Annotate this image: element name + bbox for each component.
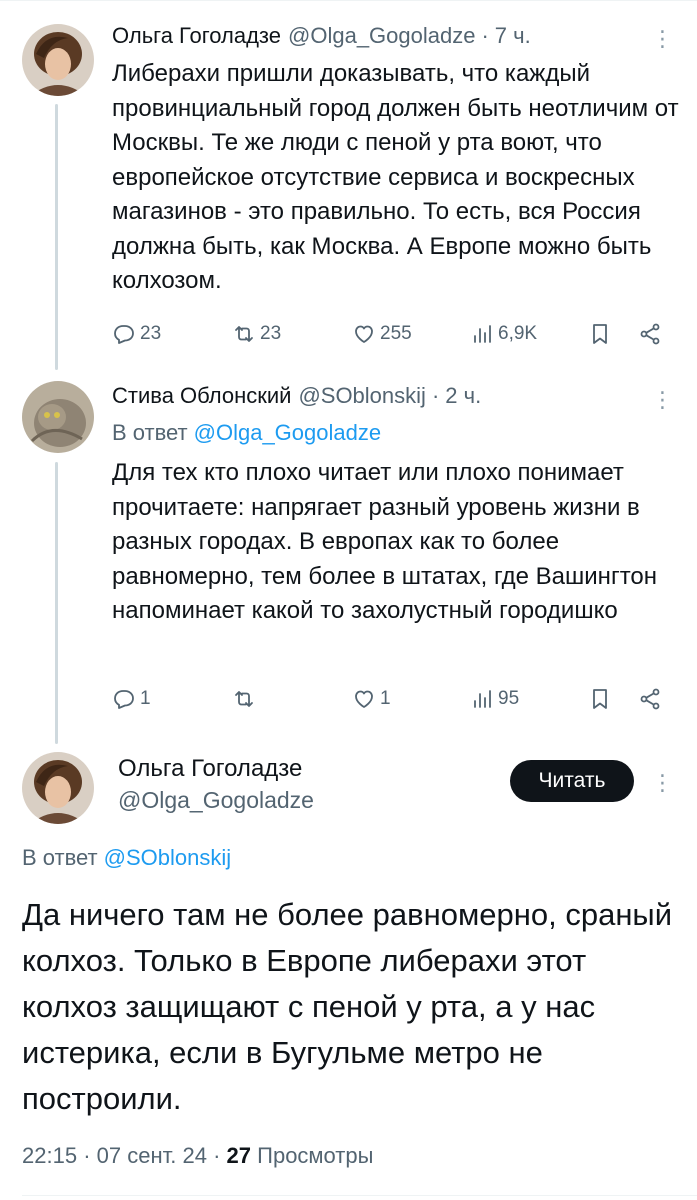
author-handle[interactable]: @Olga_Gogoladze — [288, 23, 475, 49]
like-count: 255 — [380, 323, 412, 344]
share-icon — [640, 688, 660, 710]
reply-icon — [114, 325, 134, 344]
separator-dot: · — [431, 383, 440, 408]
tweet-header: Стива Облонский @SOblonskij · 2 ч. — [112, 381, 481, 411]
author-name[interactable]: Стива Облонский — [112, 383, 291, 409]
views-count: 6,9K — [498, 323, 538, 344]
tweet-text: Для тех кто плохо читает или плохо поним… — [112, 459, 658, 624]
bookmark-button[interactable] — [588, 684, 612, 714]
avatar[interactable] — [22, 24, 94, 96]
like-icon — [355, 690, 373, 708]
avatar-olga-image — [22, 24, 94, 96]
share-button[interactable] — [638, 319, 662, 349]
retweet-icon — [235, 326, 253, 342]
reply-icon — [114, 690, 134, 709]
bottom-divider — [22, 1195, 697, 1196]
bookmark-icon — [593, 324, 607, 344]
share-button[interactable] — [638, 684, 662, 714]
tweet-meta: 22:15 · 07 сент. 24 · 27 Просмотры — [22, 1143, 373, 1169]
views-icon — [474, 325, 491, 343]
like-button[interactable]: 1 — [352, 684, 391, 714]
share-icon — [640, 323, 660, 345]
author-handle[interactable]: @SOblonskij — [298, 383, 426, 409]
tweet-time[interactable]: 7 ч. — [495, 23, 531, 49]
main-tweet-text: Да ничего там не более равномерно, сраны… — [22, 897, 673, 1116]
like-count: 1 — [380, 688, 391, 709]
reply-to-link[interactable]: @SOblonskij — [104, 845, 232, 870]
tweet-header: Ольга Гоголадзе @Olga_Gogoladze · 7 ч. — [112, 21, 531, 51]
more-icon[interactable]: ⋮ — [650, 24, 674, 54]
top-divider — [0, 0, 697, 1]
author-name[interactable]: Ольга Гоголадзе — [118, 755, 302, 783]
views-count: 95 — [498, 688, 520, 709]
views-button[interactable]: 95 — [470, 684, 519, 714]
like-button[interactable]: 255 — [352, 319, 412, 349]
more-icon[interactable]: ⋮ — [650, 768, 674, 798]
retweet-icon — [235, 691, 253, 707]
retweet-button[interactable]: 23 — [232, 319, 281, 349]
reply-button[interactable]: 23 — [112, 319, 161, 349]
separator-dot: · — [213, 1143, 221, 1168]
views-button[interactable]: 6,9K — [470, 319, 537, 349]
avatar[interactable] — [22, 752, 94, 824]
tweet-text: Либерахи пришли доказывать, что каждый п… — [112, 60, 679, 294]
reply-prefix: В ответ — [22, 845, 98, 870]
views-total: 27 — [226, 1143, 252, 1168]
more-icon[interactable]: ⋮ — [650, 385, 674, 415]
retweet-button[interactable] — [232, 684, 260, 714]
author-handle[interactable]: @Olga_Gogoladze — [118, 787, 314, 814]
follow-button[interactable]: Читать — [510, 760, 634, 802]
author-name[interactable]: Ольга Гоголадзе — [112, 23, 281, 49]
avatar-cat-image — [22, 381, 94, 453]
avatar[interactable] — [22, 381, 94, 453]
views-label: Просмотры — [257, 1143, 374, 1168]
reply-context: В ответ @SOblonskij — [22, 845, 231, 871]
avatar-olga-image — [22, 752, 94, 824]
separator-dot: · — [83, 1143, 91, 1168]
reply-count: 1 — [140, 688, 151, 709]
like-icon — [355, 325, 373, 343]
bookmark-icon — [593, 689, 607, 709]
tweet-time[interactable]: 22:15 — [22, 1143, 77, 1168]
retweet-count: 23 — [260, 323, 282, 344]
tweet-time[interactable]: 2 ч. — [445, 383, 481, 409]
reply-button[interactable]: 1 — [112, 684, 151, 714]
separator-dot: · — [481, 23, 489, 48]
reply-count: 23 — [140, 323, 162, 344]
reply-prefix: В ответ — [112, 420, 188, 445]
action-bar: 1 1 95 — [112, 684, 672, 714]
action-bar: 23 23 255 6,9K — [112, 319, 672, 349]
thread-line — [55, 462, 58, 744]
bookmark-button[interactable] — [588, 319, 612, 349]
tweet-date[interactable]: 07 сент. 24 — [97, 1143, 207, 1168]
reply-to-link[interactable]: @Olga_Gogoladze — [194, 420, 381, 445]
thread-line — [55, 104, 58, 370]
reply-context: В ответ @Olga_Gogoladze — [112, 420, 381, 446]
views-icon — [474, 690, 491, 708]
